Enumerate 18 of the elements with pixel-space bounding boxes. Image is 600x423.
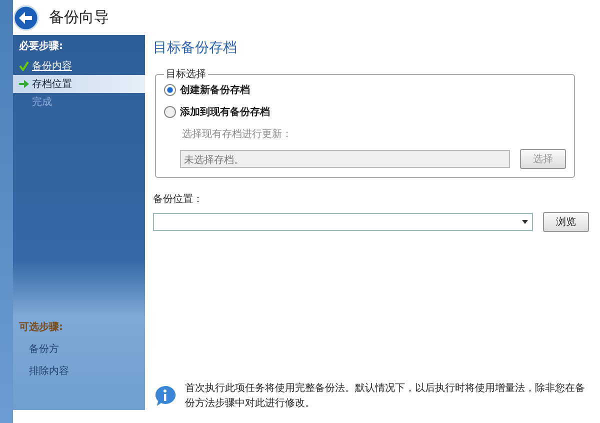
step-item[interactable]: 存档位置 <box>13 75 145 93</box>
step-item[interactable]: 备份方 <box>13 338 145 360</box>
browse-button[interactable]: 浏览 <box>543 212 589 232</box>
check-icon <box>19 61 29 71</box>
arrow-icon <box>19 79 29 89</box>
step-item[interactable]: 备份内容 <box>13 57 145 75</box>
field-label: 备份位置： <box>153 192 204 206</box>
group-legend: 目标选择 <box>164 67 208 81</box>
field-label: 选择现有存档进行更新： <box>181 128 293 141</box>
caret-icon <box>522 220 528 224</box>
section-heading: 可选步骤: <box>19 320 64 334</box>
info-text: 首次执行此项任务将使用完整备份法。默认情况下，以后执行时将使用增量法，除非您在备份方法步骤中对此进行修改。 <box>185 382 585 411</box>
step-item[interactable]: 排除内容 <box>13 360 145 382</box>
window-title: 备份向导 <box>49 8 109 27</box>
back-icon[interactable] <box>13 4 39 30</box>
section-heading: 必要步骤: <box>19 40 64 53</box>
page-heading: 目标备份存档 <box>153 39 238 57</box>
info-icon <box>153 384 177 408</box>
